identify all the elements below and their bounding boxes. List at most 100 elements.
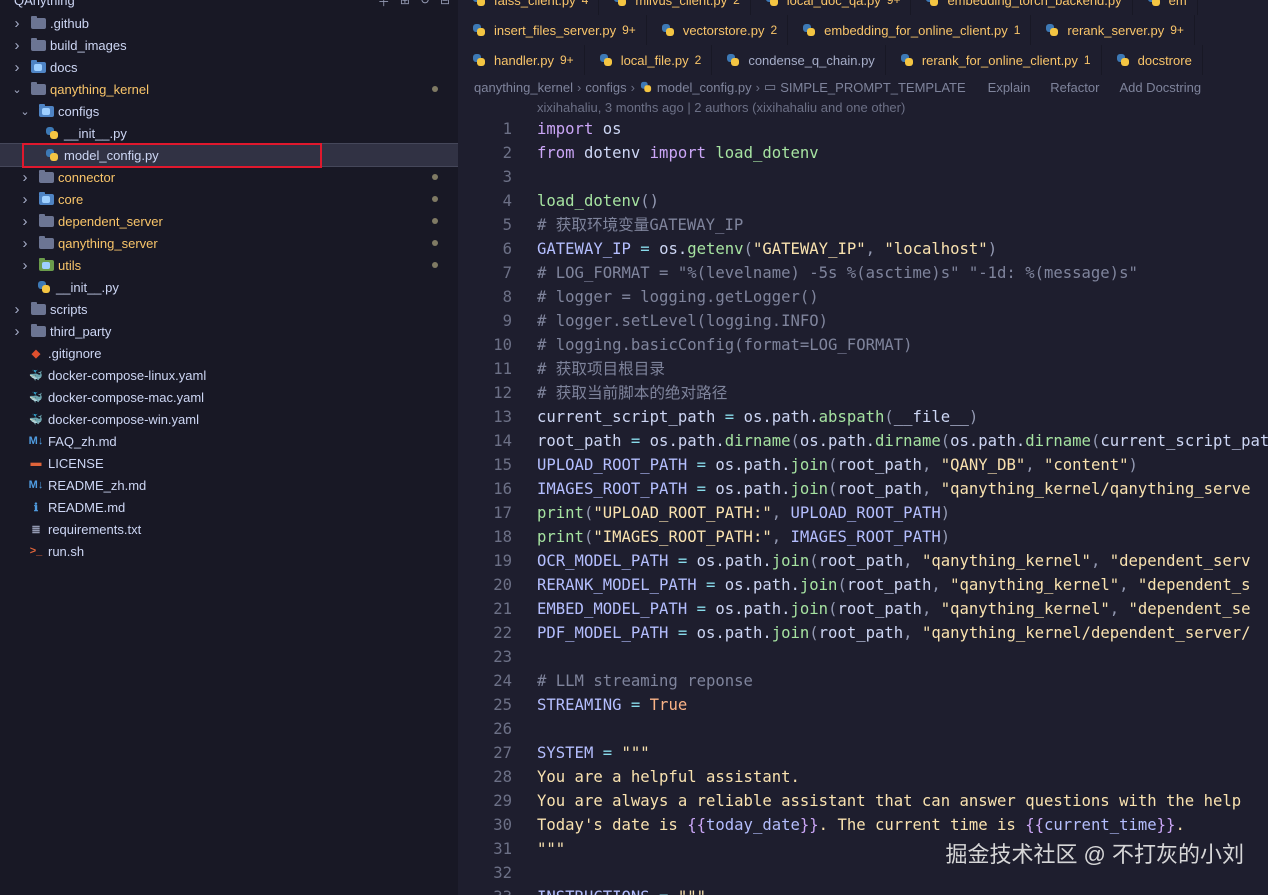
editor-tab[interactable]: condense_q_chain.py: [712, 45, 886, 75]
tree-folder[interactable]: › utils: [0, 254, 458, 276]
code-token: import: [537, 120, 594, 138]
editor-tab[interactable]: faiss_client.py 4: [458, 0, 600, 15]
tree-folder[interactable]: ⌄ qanything_kernel: [0, 78, 458, 100]
code-line[interactable]: 27 SYSTEM = """: [458, 741, 1268, 765]
code-line[interactable]: 6 GATEWAY_IP = os.getenv("GATEWAY_IP", "l…: [458, 237, 1268, 261]
tree-file[interactable]: 🐳 docker-compose-linux.yaml: [0, 364, 458, 386]
editor-tab[interactable]: embedding_for_online_client.py 1: [788, 15, 1032, 45]
code-line[interactable]: 14 root_path = os.path.dirname(os.path.di…: [458, 429, 1268, 453]
code-line[interactable]: 29 You are always a reliable assistant th…: [458, 789, 1268, 813]
code-editor[interactable]: 1 import os 2 from dotenv import load_doten…: [458, 117, 1268, 895]
code-line[interactable]: 7 # LOG_FORMAT = "%(levelname) -5s %(asct…: [458, 261, 1268, 285]
code-token: "IMAGES_ROOT_PATH:": [593, 528, 772, 546]
code-line[interactable]: 25 STREAMING = True: [458, 693, 1268, 717]
code-line[interactable]: 15 UPLOAD_ROOT_PATH = os.path.join(root_p…: [458, 453, 1268, 477]
collapse-all-icon[interactable]: ⊟: [440, 0, 450, 10]
tree-folder[interactable]: › core: [0, 188, 458, 210]
chevron-right-icon[interactable]: ›: [20, 235, 30, 252]
breadcrumb-item[interactable]: model_config.py: [657, 80, 752, 95]
code-line[interactable]: 24 # LLM streaming reponse: [458, 669, 1268, 693]
tree-file[interactable]: M↓ FAQ_zh.md: [0, 430, 458, 452]
tree-folder[interactable]: › dependent_server: [0, 210, 458, 232]
chevron-right-icon[interactable]: ›: [12, 301, 22, 318]
tree-folder[interactable]: › build_images: [0, 34, 458, 56]
editor-tab[interactable]: local_doc_qa.py 9+: [750, 0, 912, 15]
tree-file[interactable]: __init__.py: [0, 276, 458, 298]
breadcrumb-item[interactable]: qanything_kernel: [474, 80, 573, 95]
modified-dot-icon: [432, 86, 438, 92]
editor-tab[interactable]: vectorstore.py 2: [646, 15, 789, 45]
chevron-right-icon[interactable]: ›: [12, 37, 22, 54]
tree-file[interactable]: model_config.py: [0, 143, 458, 167]
codelens-refactor[interactable]: Refactor: [1050, 80, 1099, 95]
chevron-right-icon[interactable]: ›: [12, 59, 22, 76]
editor-tab[interactable]: rerank_for_online_client.py 1: [885, 45, 1102, 75]
new-folder-icon[interactable]: ⊞: [400, 0, 410, 10]
tree-file[interactable]: >_ run.sh: [0, 540, 458, 562]
code-line[interactable]: 11 # 获取项目根目录: [458, 357, 1268, 381]
tree-folder[interactable]: › qanything_server: [0, 232, 458, 254]
code-line[interactable]: 4 load_dotenv(): [458, 189, 1268, 213]
tree-folder[interactable]: › docs: [0, 56, 458, 78]
chevron-right-icon[interactable]: ›: [20, 257, 30, 274]
code-token: join: [790, 456, 829, 474]
new-file-icon[interactable]: ＋: [378, 0, 390, 10]
tree-folder[interactable]: › third_party: [0, 320, 458, 342]
editor-tab[interactable]: insert_files_server.py 9+: [458, 15, 647, 45]
code-line[interactable]: 12 # 获取当前脚本的绝对路径: [458, 381, 1268, 405]
code-line[interactable]: 10 # logging.basicConfig(format=LOG_FORMA…: [458, 333, 1268, 357]
refresh-icon[interactable]: ↻: [420, 0, 430, 10]
tree-file[interactable]: 🐳 docker-compose-mac.yaml: [0, 386, 458, 408]
workspace-title[interactable]: QAnything: [14, 0, 75, 8]
editor-tab[interactable]: embedding_torch_backend.py: [911, 0, 1133, 15]
code-line[interactable]: 18 print("IMAGES_ROOT_PATH:", IMAGES_ROOT…: [458, 525, 1268, 549]
code-line[interactable]: 21 EMBED_MODEL_PATH = os.path.join(root_p…: [458, 597, 1268, 621]
code-line[interactable]: 13 current_script_path = os.path.abspath(…: [458, 405, 1268, 429]
code-line[interactable]: 23: [458, 645, 1268, 669]
code-line[interactable]: 20 RERANK_MODEL_PATH = os.path.join(root_…: [458, 573, 1268, 597]
code-line[interactable]: 30 Today's date is {{today_date}}. The cu…: [458, 813, 1268, 837]
editor-tab[interactable]: local_file.py 2: [584, 45, 713, 75]
chevron-right-icon[interactable]: ›: [12, 323, 22, 340]
code-line[interactable]: 28 You are a helpful assistant.: [458, 765, 1268, 789]
tree-file[interactable]: M↓ README_zh.md: [0, 474, 458, 496]
code-line[interactable]: 17 print("UPLOAD_ROOT_PATH:", UPLOAD_ROOT…: [458, 501, 1268, 525]
git-blame-annotation[interactable]: xixihahaliu, 3 months ago | 2 authors (x…: [537, 100, 905, 115]
tree-file[interactable]: ▬ LICENSE: [0, 452, 458, 474]
tree-file[interactable]: ℹ README.md: [0, 496, 458, 518]
tree-file[interactable]: __init__.py: [0, 122, 458, 144]
tree-folder[interactable]: ⌄ configs: [0, 100, 458, 122]
code-line[interactable]: 1 import os: [458, 117, 1268, 141]
codelens-add-docstring[interactable]: Add Docstring: [1119, 80, 1201, 95]
code-line[interactable]: 8 # logger = logging.getLogger(): [458, 285, 1268, 309]
chevron-down-icon[interactable]: ⌄: [20, 105, 30, 118]
editor-tab[interactable]: em: [1132, 0, 1198, 15]
code-line[interactable]: 2 from dotenv import load_dotenv: [458, 141, 1268, 165]
code-line[interactable]: 33 INSTRUCTIONS = """: [458, 885, 1268, 895]
chevron-right-icon[interactable]: ›: [20, 191, 30, 208]
code-line[interactable]: 16 IMAGES_ROOT_PATH = os.path.join(root_p…: [458, 477, 1268, 501]
code-line[interactable]: 19 OCR_MODEL_PATH = os.path.join(root_pat…: [458, 549, 1268, 573]
tree-folder[interactable]: › scripts: [0, 298, 458, 320]
editor-tab[interactable]: handler.py 9+: [458, 45, 585, 75]
tree-file[interactable]: 🐳 docker-compose-win.yaml: [0, 408, 458, 430]
tree-file[interactable]: ◆ .gitignore: [0, 342, 458, 364]
chevron-down-icon[interactable]: ⌄: [12, 83, 22, 96]
code-line[interactable]: 9 # logger.setLevel(logging.INFO): [458, 309, 1268, 333]
breadcrumb-item[interactable]: configs: [585, 80, 626, 95]
chevron-right-icon[interactable]: ›: [12, 15, 22, 32]
code-line[interactable]: 22 PDF_MODEL_PATH = os.path.join(root_pat…: [458, 621, 1268, 645]
code-line[interactable]: 3: [458, 165, 1268, 189]
chevron-right-icon[interactable]: ›: [20, 169, 30, 186]
tree-folder[interactable]: › connector: [0, 166, 458, 188]
tree-folder[interactable]: › .github: [0, 12, 458, 34]
editor-tab[interactable]: rerank_server.py 9+: [1031, 15, 1195, 45]
code-line[interactable]: 5 # 获取环境变量GATEWAY_IP: [458, 213, 1268, 237]
editor-tab[interactable]: milvus_client.py 2: [599, 0, 751, 15]
tree-file[interactable]: ≣ requirements.txt: [0, 518, 458, 540]
chevron-right-icon[interactable]: ›: [20, 213, 30, 230]
codelens-explain[interactable]: Explain: [988, 80, 1031, 95]
breadcrumb-item[interactable]: SIMPLE_PROMPT_TEMPLATE: [780, 80, 965, 95]
editor-tab[interactable]: docstrore: [1101, 45, 1203, 75]
code-line[interactable]: 26: [458, 717, 1268, 741]
